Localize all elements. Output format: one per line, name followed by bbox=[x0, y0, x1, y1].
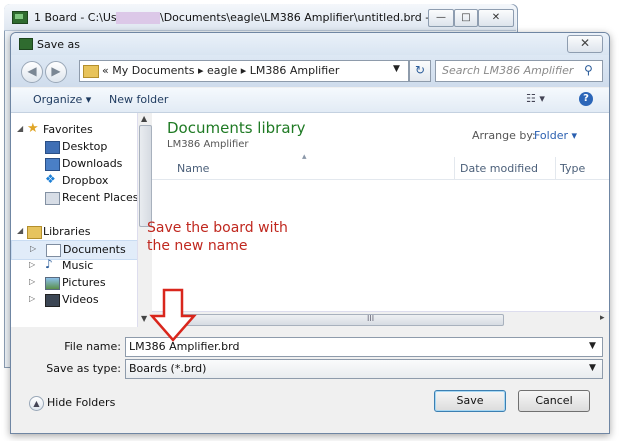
nav-item-pictures[interactable]: ▷ Pictures bbox=[11, 274, 137, 292]
column-divider[interactable] bbox=[555, 157, 556, 179]
save-as-type-label: Save as type: bbox=[46, 362, 121, 375]
search-input[interactable]: Search LM386 Amplifier ⚲ bbox=[435, 60, 603, 82]
nav-item-videos[interactable]: ▷ Videos bbox=[11, 291, 137, 309]
scroll-right-icon[interactable]: ▸ bbox=[600, 313, 605, 323]
recent-places-icon bbox=[45, 192, 60, 205]
horizontal-scrollbar[interactable]: ◂ III ▸ bbox=[152, 311, 609, 327]
nav-item-label: Documents bbox=[63, 243, 126, 256]
folder-icon bbox=[83, 65, 99, 78]
horizontal-scroll-thumb[interactable]: III bbox=[182, 314, 504, 326]
column-divider[interactable] bbox=[454, 157, 455, 179]
file-name-dropdown-icon[interactable]: ▼ bbox=[589, 341, 596, 351]
nav-libraries[interactable]: ◢ Libraries bbox=[11, 223, 137, 241]
address-bar[interactable]: « My Documents ▸ eagle ▸ LM386 Amplifier… bbox=[79, 60, 409, 82]
scroll-down-icon[interactable]: ▼ bbox=[141, 314, 147, 323]
nav-item-downloads[interactable]: Downloads bbox=[11, 155, 137, 173]
sort-ascending-icon: ▴ bbox=[302, 152, 307, 162]
refresh-button[interactable]: ↻ bbox=[409, 60, 431, 82]
expand-music-icon[interactable]: ▷ bbox=[29, 260, 35, 269]
save-as-dialog: Save as ✕ ◀ ▶ « My Documents ▸ eagle ▸ L… bbox=[10, 32, 610, 434]
minimize-button[interactable]: — bbox=[428, 9, 454, 27]
down-arrow-icon bbox=[149, 288, 197, 342]
nav-item-label: Music bbox=[62, 259, 94, 272]
arrange-by-dropdown[interactable]: Folder ▾ bbox=[534, 129, 577, 142]
star-icon: ★ bbox=[27, 121, 39, 136]
videos-icon bbox=[45, 294, 60, 307]
save-form: File name: LM386 Amplifier.brd ▼ Save as… bbox=[11, 328, 609, 433]
redacted-username bbox=[116, 12, 160, 24]
hide-folders-label: Hide Folders bbox=[47, 396, 116, 409]
column-header-name[interactable]: Name bbox=[177, 162, 209, 175]
collapse-icon: ▲ bbox=[29, 396, 44, 411]
back-button[interactable]: ◀ bbox=[21, 61, 43, 83]
library-subtitle: LM386 Amplifier bbox=[167, 139, 249, 150]
new-folder-button[interactable]: New folder bbox=[109, 93, 168, 106]
views-menu-icon[interactable]: ☷ ▾ bbox=[526, 92, 560, 108]
nav-libraries-label: Libraries bbox=[43, 225, 91, 238]
music-icon: ♪ bbox=[45, 257, 53, 271]
search-placeholder: Search LM386 Amplifier bbox=[442, 64, 574, 77]
address-row: ◀ ▶ « My Documents ▸ eagle ▸ LM386 Ampli… bbox=[11, 55, 609, 87]
nav-favorites-label: Favorites bbox=[43, 123, 93, 136]
expand-pictures-icon[interactable]: ▷ bbox=[29, 277, 35, 286]
nav-item-label: Dropbox bbox=[62, 174, 109, 187]
forward-button[interactable]: ▶ bbox=[45, 61, 67, 83]
scroll-grip: III bbox=[367, 314, 375, 323]
save-as-type-value: Boards (*.brd) bbox=[129, 362, 207, 375]
expand-videos-icon[interactable]: ▷ bbox=[29, 294, 35, 303]
save-as-type-select[interactable]: Boards (*.brd) ▼ bbox=[125, 359, 603, 379]
library-title: Documents library bbox=[167, 119, 306, 137]
dialog-title: Save as bbox=[37, 38, 80, 51]
dialog-app-icon bbox=[19, 38, 33, 50]
libraries-icon bbox=[27, 226, 42, 239]
eagle-window-titlebar[interactable]: 1 Board - C:\Users\ \Documents\eagle\LM3… bbox=[4, 4, 516, 31]
help-icon[interactable]: ? bbox=[579, 92, 593, 106]
documents-icon bbox=[46, 244, 61, 257]
nav-item-recent-places[interactable]: Recent Places bbox=[11, 189, 139, 207]
dialog-close-button[interactable]: ✕ bbox=[567, 35, 603, 53]
nav-favorites[interactable]: ◢ ★ Favorites bbox=[11, 121, 137, 139]
dropbox-icon: ❖ bbox=[45, 172, 56, 186]
organize-menu[interactable]: Organize ▾ bbox=[33, 93, 91, 106]
annotation-line: Save the board with bbox=[147, 220, 288, 236]
maximize-button[interactable]: □ bbox=[454, 9, 478, 27]
nav-item-dropbox[interactable]: ❖ Dropbox bbox=[11, 172, 137, 190]
eagle-app-icon bbox=[12, 11, 28, 24]
desktop-icon bbox=[45, 141, 60, 154]
cancel-button[interactable]: Cancel bbox=[518, 390, 590, 412]
expand-favorites-icon[interactable]: ◢ bbox=[17, 124, 23, 133]
nav-item-music[interactable]: ▷ ♪ Music bbox=[11, 257, 137, 275]
save-button[interactable]: Save bbox=[434, 390, 506, 412]
pictures-icon bbox=[45, 277, 60, 290]
nav-item-label: Recent Places bbox=[62, 191, 139, 204]
file-name-label: File name: bbox=[64, 340, 121, 353]
downloads-icon bbox=[45, 158, 60, 171]
column-header-row: ▴ Name Date modified Type bbox=[152, 152, 609, 180]
address-path: « My Documents ▸ eagle ▸ LM386 Amplifier bbox=[102, 64, 340, 77]
dialog-titlebar[interactable]: Save as ✕ bbox=[11, 33, 609, 55]
annotation-line: the new name bbox=[147, 238, 248, 254]
navigation-pane: ◢ ★ Favorites Desktop Downloads ❖ Dropbo… bbox=[11, 113, 152, 327]
nav-scroll-thumb[interactable] bbox=[139, 125, 152, 227]
nav-item-desktop[interactable]: Desktop bbox=[11, 138, 137, 156]
search-icon[interactable]: ⚲ bbox=[584, 63, 593, 77]
address-dropdown-icon[interactable]: ▼ bbox=[393, 64, 400, 74]
column-header-date-modified[interactable]: Date modified bbox=[460, 162, 538, 175]
arrange-by-label: Arrange by: bbox=[472, 129, 536, 142]
nav-item-label: Videos bbox=[62, 293, 99, 306]
nav-item-label: Pictures bbox=[62, 276, 106, 289]
expand-libraries-icon[interactable]: ◢ bbox=[17, 226, 23, 235]
annotation-text: Save the board with the new name bbox=[147, 219, 288, 255]
command-toolbar: Organize ▾ New folder ☷ ▾ ? bbox=[11, 88, 609, 113]
nav-item-label: Downloads bbox=[62, 157, 123, 170]
eagle-close-button[interactable]: ✕ bbox=[478, 9, 514, 27]
expand-documents-icon[interactable]: ▷ bbox=[30, 244, 36, 253]
scroll-up-icon[interactable]: ▲ bbox=[141, 114, 147, 123]
nav-item-label: Desktop bbox=[62, 140, 108, 153]
save-as-type-dropdown-icon[interactable]: ▼ bbox=[589, 363, 596, 373]
column-header-type[interactable]: Type bbox=[560, 162, 585, 175]
